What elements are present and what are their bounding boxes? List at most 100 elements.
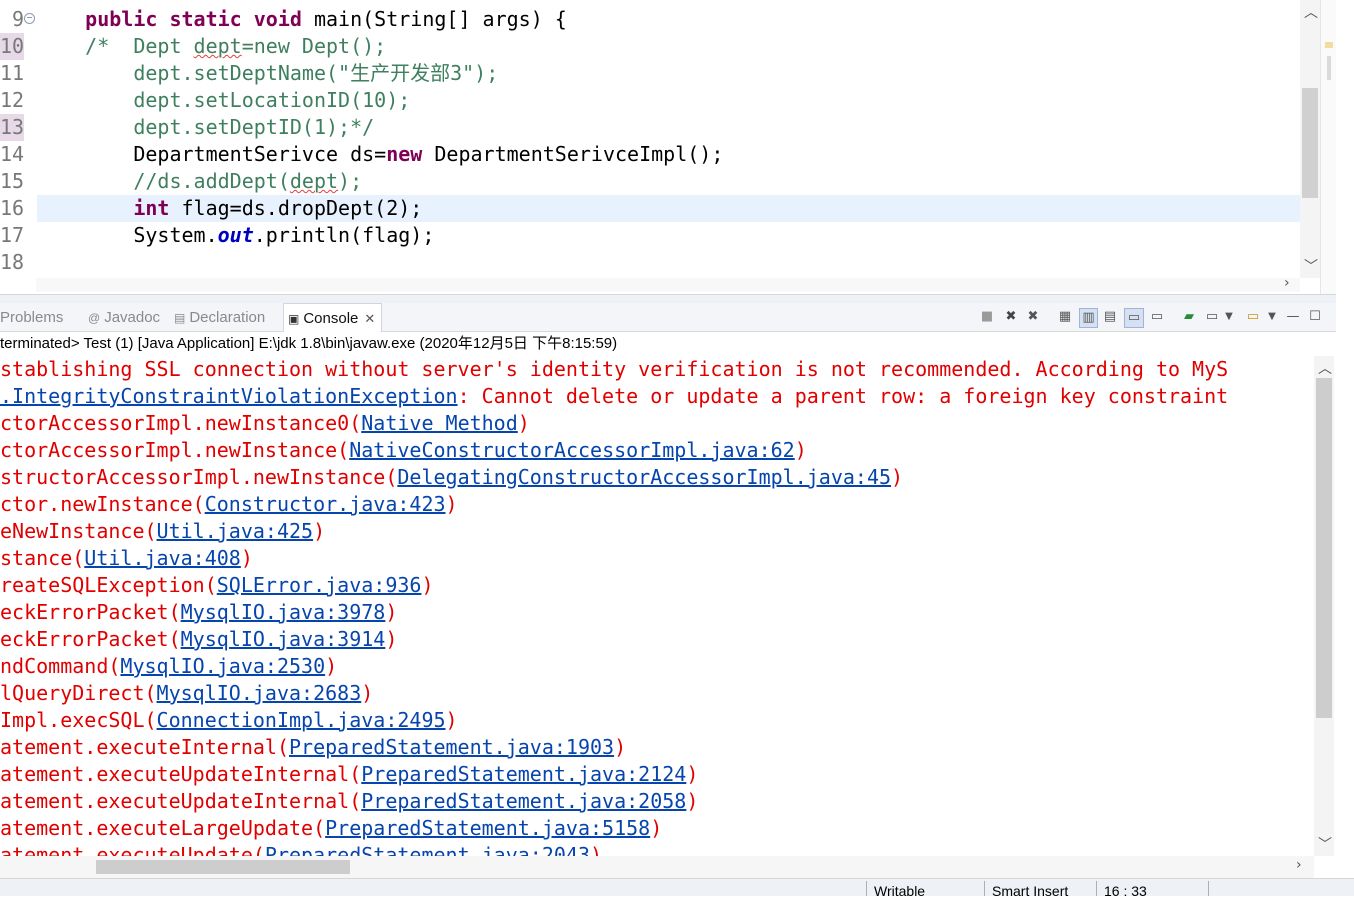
tab-declaration[interactable]: ▤ Declaration <box>174 303 265 331</box>
console-line: structorAccessorImpl.newInstance(Delegat… <box>0 464 903 491</box>
stacktrace-link[interactable]: PreparedStatement.java:2043 <box>265 843 590 856</box>
scroll-right-icon[interactable]: › <box>1284 275 1290 291</box>
annotation-marker[interactable] <box>1327 56 1331 80</box>
tab-console[interactable]: ▣ Console ✕ <box>283 303 383 332</box>
stacktrace-link[interactable]: MysqlIO.java:2683 <box>157 681 362 705</box>
console-status: terminated> Test (1) [Java Application] … <box>0 332 1340 356</box>
console-text: ) <box>517 411 530 435</box>
console-text: ctorAccessorImpl.newInstance0( <box>0 411 362 435</box>
editor-vertical-scrollbar[interactable]: ︿ ﹀ <box>1300 0 1320 278</box>
console-line: Impl.execSQL(ConnectionImpl.java:2495) <box>0 707 458 734</box>
close-icon[interactable]: ✕ <box>364 311 375 326</box>
console-text: eNewInstance( <box>0 519 157 543</box>
console-scroll-thumb[interactable] <box>1316 378 1332 718</box>
console-text: eckErrorPacket( <box>0 600 181 624</box>
stacktrace-link[interactable]: PreparedStatement.java:1903 <box>289 735 614 759</box>
stacktrace-link[interactable]: .IntegrityConstraintViolationException <box>0 384 458 408</box>
stacktrace-link[interactable]: PreparedStatement.java:5158 <box>325 816 650 840</box>
stacktrace-link[interactable]: MysqlIO.java:3978 <box>181 600 386 624</box>
open-console-icon[interactable]: ▭ <box>1244 308 1262 326</box>
console-text: ndCommand( <box>0 654 121 678</box>
line-number: 17 <box>0 223 25 247</box>
console-text: ) <box>313 519 326 543</box>
minus-circle-icon[interactable]: − <box>24 13 35 24</box>
stacktrace-link[interactable]: DelegatingConstructorAccessorImpl.java:4… <box>397 465 891 489</box>
tab-javadoc-label: Javadoc <box>104 309 161 326</box>
line-number: 14 <box>0 142 25 166</box>
console-text: atement.executeUpdate( <box>0 843 265 856</box>
remove-launch-icon[interactable]: ✖ <box>1002 308 1020 326</box>
tab-problems[interactable]: Problems <box>0 303 63 331</box>
display-console-icon[interactable]: ▭ <box>1203 308 1221 326</box>
console-text: ctorAccessorImpl.newInstance( <box>0 438 350 462</box>
console-text: ) <box>421 573 434 597</box>
code-editor[interactable]: 9 10 11 12 13 14 15 16 17 18 − public st… <box>0 0 1336 294</box>
console-vertical-scrollbar[interactable]: ︿ ﹀ <box>1314 356 1334 856</box>
scroll-down-icon[interactable]: ﹀ <box>1304 256 1318 276</box>
stacktrace-link[interactable]: MysqlIO.java:3914 <box>181 627 386 651</box>
code-line: System.out.println(flag); <box>37 223 435 247</box>
tab-javadoc[interactable]: @ Javadoc <box>88 303 160 331</box>
stacktrace-link[interactable]: PreparedStatement.java:2124 <box>361 762 686 786</box>
stacktrace-link[interactable]: ConnectionImpl.java:2495 <box>157 708 446 732</box>
scroll-up-icon[interactable]: ︿ <box>1318 358 1332 378</box>
status-separator <box>984 881 985 896</box>
line-number: 13 <box>0 114 25 141</box>
stacktrace-link[interactable]: Util.java:425 <box>157 519 314 543</box>
console-horizontal-scrollbar[interactable]: › <box>0 856 1314 878</box>
stacktrace-link[interactable]: Constructor.java:423 <box>205 492 446 516</box>
console-text: lQueryDirect( <box>0 681 157 705</box>
stacktrace-link[interactable]: PreparedStatement.java:2058 <box>361 789 686 813</box>
line-number: 10 <box>0 33 25 60</box>
console-icon: ▣ <box>288 312 300 326</box>
console-line: stablishing SSL connection without serve… <box>0 356 1228 383</box>
tab-declaration-label: Declaration <box>189 309 266 326</box>
console-hscroll-thumb[interactable] <box>96 860 350 874</box>
code-line: /* Dept dept=new Dept(); <box>85 34 387 58</box>
console-text: reateSQLException( <box>0 573 217 597</box>
right-trim <box>1336 0 1354 880</box>
warning-marker-icon[interactable] <box>1325 42 1333 48</box>
console-text: ) <box>240 546 253 570</box>
show-when-output-icon[interactable]: ▭ <box>1124 308 1144 328</box>
stacktrace-link[interactable]: Util.java:408 <box>84 546 241 570</box>
console-text: ) <box>891 465 904 489</box>
line-number: 15 <box>0 169 25 193</box>
stacktrace-link[interactable]: NativeConstructorAccessorImpl.java:62 <box>349 438 795 462</box>
code-line: dept.setLocationID(10); <box>85 88 411 112</box>
insert-mode-status[interactable]: Smart Insert <box>992 883 1068 899</box>
editor-horizontal-scrollbar[interactable]: › <box>36 275 1300 292</box>
stacktrace-link[interactable]: MysqlIO.java:2530 <box>120 654 325 678</box>
console-text: ) <box>590 843 603 856</box>
code-line: //ds.addDept(dept); <box>85 169 363 193</box>
console-text: atement.executeUpdateInternal( <box>0 789 362 813</box>
clear-console-icon[interactable]: ▦ <box>1056 308 1074 326</box>
code-line: public static void main(String[] args) { <box>85 7 567 31</box>
line-number-gutter: 9 10 11 12 13 14 15 16 17 18 − <box>0 0 35 294</box>
stacktrace-link[interactable]: SQLError.java:936 <box>217 573 422 597</box>
console-line: reateSQLException(SQLError.java:936) <box>0 572 434 599</box>
console-output[interactable]: stablishing SSL connection without serve… <box>0 356 1314 856</box>
line-number: 16 <box>0 196 25 220</box>
scroll-lock-icon[interactable]: ▥ <box>1079 308 1098 328</box>
editor-scroll-thumb[interactable] <box>1302 88 1318 198</box>
stacktrace-link[interactable]: Native Method <box>361 411 518 435</box>
console-line: atement.executeUpdate(PreparedStatement.… <box>0 842 602 856</box>
pin-console-icon[interactable]: ▰ <box>1180 308 1198 326</box>
chevron-down-icon[interactable]: ▼ <box>1266 308 1278 326</box>
scroll-right-icon[interactable]: › <box>1296 857 1302 873</box>
minimize-icon[interactable]: — <box>1286 308 1300 326</box>
word-wrap-icon[interactable]: ▤ <box>1101 308 1119 326</box>
remove-all-icon[interactable]: ✖ <box>1024 308 1042 326</box>
scroll-up-icon[interactable]: ︿ <box>1304 2 1318 22</box>
chevron-down-icon[interactable]: ▼ <box>1223 308 1235 326</box>
terminate-icon[interactable]: ■ <box>980 308 994 326</box>
maximize-icon[interactable]: ☐ <box>1308 308 1322 326</box>
line-number: 9 <box>11 7 24 31</box>
console-text: ) <box>445 708 458 732</box>
line-number: 11 <box>0 61 25 85</box>
overview-ruler[interactable] <box>1320 0 1336 294</box>
scroll-down-icon[interactable]: ﹀ <box>1318 834 1332 854</box>
show-when-error-icon[interactable]: ▭ <box>1148 308 1166 326</box>
